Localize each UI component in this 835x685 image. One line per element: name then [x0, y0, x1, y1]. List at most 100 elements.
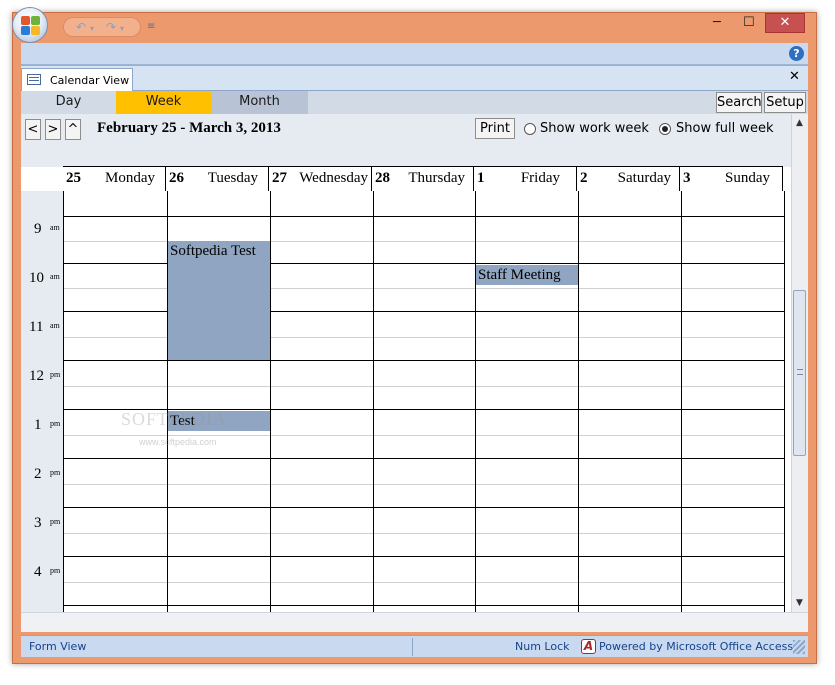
setup-button[interactable]: Setup — [764, 92, 806, 113]
hour-line — [64, 556, 785, 557]
grip-icon — [797, 369, 803, 375]
maximize-button[interactable]: ☐ — [743, 15, 755, 30]
redo-dropdown-icon[interactable]: ▾ — [120, 24, 124, 33]
hour-label: 10 — [29, 270, 44, 286]
hour-line — [64, 507, 785, 508]
day-divider — [475, 191, 476, 612]
view-switcher: Day Week Month Search Setup — [21, 91, 808, 114]
day-header-wednesday[interactable]: 27 Wednesday — [269, 167, 372, 192]
view-mode-label: Form View — [29, 640, 87, 653]
half-hour-line — [64, 484, 785, 485]
calendar-form: Day Week Month Search Setup < > ^ Februa… — [21, 91, 808, 632]
ribbon-strip: ? — [21, 43, 808, 65]
day-header-sunday[interactable]: 3 Sunday — [680, 167, 783, 192]
day-number: 1 — [477, 170, 485, 186]
help-icon[interactable]: ? — [789, 46, 804, 61]
quick-access-toolbar: ↶ ▾ ↷ ▾ — [63, 17, 141, 37]
ampm-label: pm — [50, 419, 61, 428]
ampm-label: am — [50, 272, 60, 281]
form-icon — [27, 74, 41, 85]
day-number: 26 — [169, 170, 184, 186]
tab-week[interactable]: Week — [116, 91, 211, 114]
minimize-button[interactable]: ─ — [713, 15, 721, 30]
day-name: Tuesday — [207, 170, 258, 186]
work-week-label: Show work week — [540, 121, 649, 136]
application-window: ↶ ▾ ↷ ▾ ≡ ─ ☐ ✕ ? Calendar View ✕ Day We… — [12, 12, 817, 664]
powered-by-label: Powered by Microsoft Office Access — [599, 640, 794, 653]
scroll-thumb[interactable] — [793, 290, 806, 456]
day-header-thursday[interactable]: 28 Thursday — [372, 167, 474, 192]
hour-line — [64, 360, 785, 361]
tab-calendar-view[interactable]: Calendar View — [21, 68, 133, 91]
scroll-down-icon[interactable]: ▼ — [796, 598, 803, 608]
customize-toolbar-icon[interactable]: ≡ — [147, 21, 155, 32]
undo-dropdown-icon[interactable]: ▾ — [90, 24, 94, 33]
form-footer — [21, 612, 808, 632]
day-name: Sunday — [725, 170, 770, 186]
ampm-label: pm — [50, 468, 61, 477]
scroll-up-icon[interactable]: ▲ — [796, 118, 803, 128]
day-name: Saturday — [617, 170, 671, 186]
week-grid: 9 am 10 am 11 am 12 pm 1 pm 2 pm 3 pm 4 pm — [21, 191, 791, 612]
day-divider — [578, 191, 579, 612]
access-icon: A — [581, 639, 596, 654]
vertical-scrollbar[interactable]: ▲ ▼ — [791, 114, 808, 612]
previous-button[interactable]: < — [25, 119, 41, 140]
status-bar: Form View Num Lock A Powered by Microsof… — [21, 635, 808, 657]
day-name: Friday — [520, 170, 560, 186]
time-slot-grid[interactable]: Softpedia Test Staff Meeting Test — [63, 191, 785, 612]
search-button[interactable]: Search — [716, 92, 762, 113]
ampm-label: am — [50, 321, 60, 330]
day-header-tuesday[interactable]: 26 Tuesday — [166, 167, 269, 192]
undo-icon[interactable]: ↶ — [76, 20, 86, 34]
close-tab-icon[interactable]: ✕ — [789, 69, 800, 84]
watermark: SOFTPEDIA — [121, 409, 228, 429]
ampm-label: pm — [50, 566, 61, 575]
resize-grip-icon[interactable] — [793, 640, 805, 654]
next-button[interactable]: > — [45, 119, 61, 140]
full-week-label: Show full week — [676, 121, 774, 136]
day-divider — [373, 191, 374, 612]
day-number: 25 — [66, 170, 81, 186]
half-hour-line — [64, 582, 785, 583]
redo-icon[interactable]: ↷ — [106, 20, 116, 34]
hour-line — [64, 216, 785, 217]
watermark-url: www.softpedia.com — [139, 437, 217, 447]
up-button[interactable]: ^ — [65, 119, 81, 140]
day-number: 27 — [272, 170, 287, 186]
office-button[interactable] — [12, 7, 48, 43]
day-header-saturday[interactable]: 2 Saturday — [577, 167, 680, 192]
hour-line — [64, 605, 785, 606]
half-hour-line — [64, 435, 785, 436]
day-divider — [270, 191, 271, 612]
half-hour-line — [64, 386, 785, 387]
day-number: 3 — [683, 170, 691, 186]
day-divider — [681, 191, 682, 612]
tab-day[interactable]: Day — [21, 91, 116, 114]
hour-label: 12 — [29, 368, 44, 384]
day-divider — [784, 191, 785, 612]
hour-label: 2 — [34, 466, 42, 482]
hour-label: 11 — [29, 319, 44, 335]
day-header-friday[interactable]: 1 Friday — [474, 167, 577, 192]
title-bar: ↶ ▾ ↷ ▾ ≡ ─ ☐ ✕ — [13, 13, 816, 43]
day-header-monday[interactable]: 25 Monday — [63, 167, 166, 192]
full-week-radio[interactable] — [659, 123, 671, 135]
date-range-title: February 25 - March 3, 2013 — [97, 120, 281, 136]
status-divider — [412, 638, 413, 656]
work-week-radio[interactable] — [524, 123, 536, 135]
calendar-header: < > ^ February 25 - March 3, 2013 Print … — [21, 114, 791, 167]
ampm-label: am — [50, 223, 60, 232]
tab-month[interactable]: Month — [211, 91, 308, 114]
num-lock-indicator: Num Lock — [515, 640, 570, 653]
hour-label: 3 — [34, 515, 42, 531]
day-name: Monday — [105, 170, 155, 186]
event-staff-meeting[interactable]: Staff Meeting — [476, 265, 578, 285]
document-tab-bar: Calendar View ✕ — [21, 66, 808, 91]
hour-label: 9 — [34, 221, 42, 237]
tab-label: Calendar View — [50, 74, 130, 87]
print-button[interactable]: Print — [475, 118, 515, 139]
close-window-button[interactable]: ✕ — [765, 13, 805, 33]
day-number: 2 — [580, 170, 588, 186]
event-softpedia-test[interactable]: Softpedia Test — [168, 241, 270, 360]
